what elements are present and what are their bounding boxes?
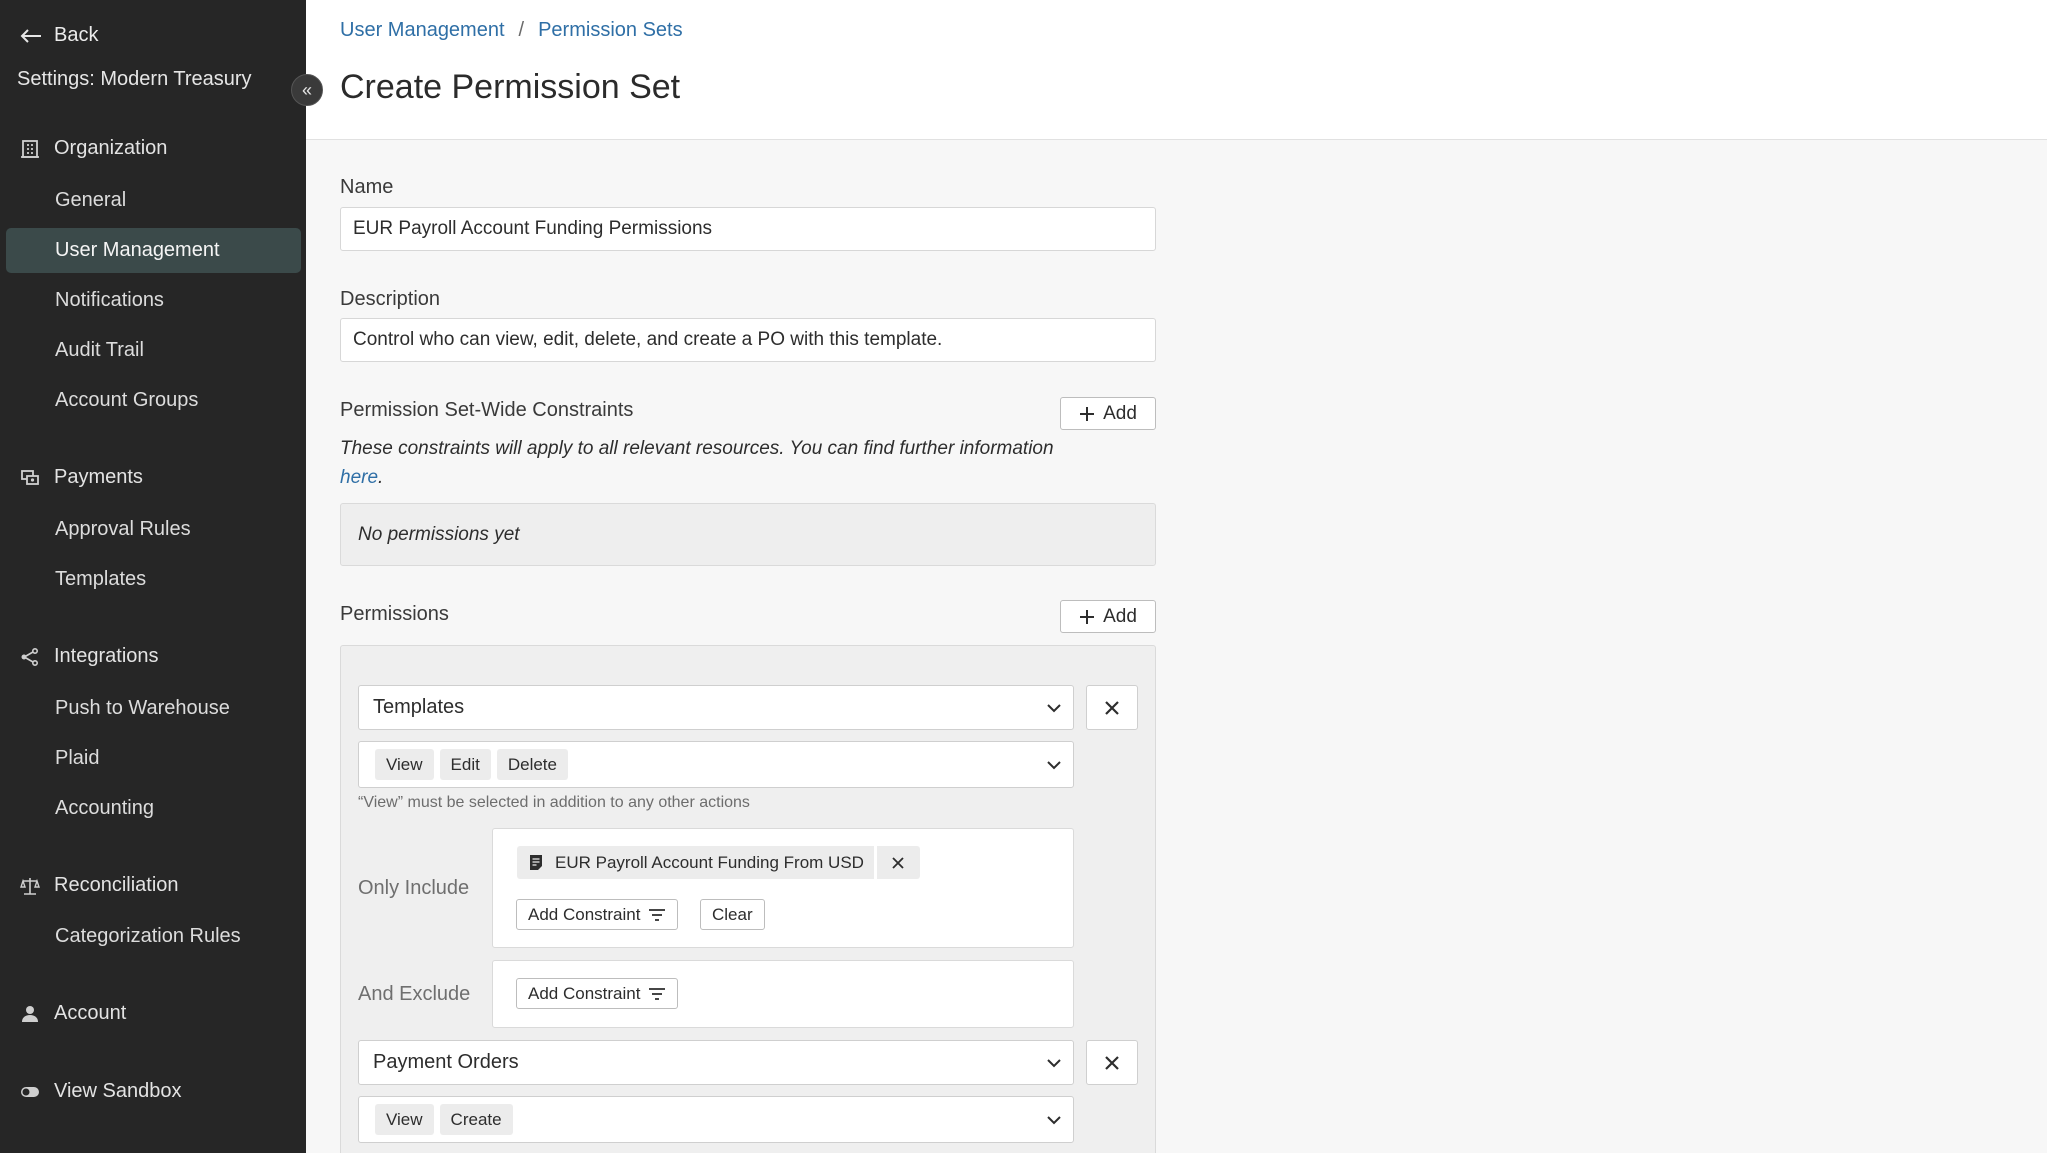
nav-section-label: Payments xyxy=(54,466,143,488)
sidebar-item-templates[interactable]: Templates xyxy=(6,557,301,602)
resource-select[interactable]: Payment Orders xyxy=(358,1040,1074,1085)
sidebar-item-user-management[interactable]: User Management xyxy=(6,228,301,273)
empty-text: No permissions yet xyxy=(358,523,520,545)
action-chip[interactable]: View xyxy=(375,749,434,780)
description-label: Description xyxy=(340,288,441,310)
remove-permission-button[interactable] xyxy=(1086,685,1138,730)
building-icon xyxy=(21,139,39,158)
nav-section-label: View Sandbox xyxy=(54,1080,182,1102)
included-template-tag-body: EUR Payroll Account Funding From USD xyxy=(517,846,874,879)
description-input[interactable] xyxy=(340,318,1156,362)
action-chip[interactable]: View xyxy=(375,1104,434,1135)
sidebar-item-general[interactable]: General xyxy=(6,178,301,223)
sidebar-item-audit-trail[interactable]: Audit Trail xyxy=(6,328,301,373)
close-icon xyxy=(1105,700,1119,715)
clear-label: Clear xyxy=(712,904,753,924)
plus-icon xyxy=(1080,406,1095,421)
name-label: Name xyxy=(340,176,394,198)
integrations-icon xyxy=(21,647,39,666)
nav-section-reconciliation[interactable]: Reconciliation xyxy=(20,874,179,897)
constraints-note-end: . xyxy=(378,467,384,488)
nav-section-organization[interactable]: Organization xyxy=(20,137,167,160)
add-include-constraint-button[interactable]: Add Constraint xyxy=(516,899,679,930)
add-constraint-label: Add Constraint xyxy=(528,983,641,1003)
breadcrumb: User Management / Permission Sets xyxy=(340,19,683,42)
remove-tag-button[interactable] xyxy=(876,846,920,879)
double-chevron-left-icon: « xyxy=(301,79,312,100)
name-input[interactable] xyxy=(340,207,1156,251)
resource-select-value: Payment Orders xyxy=(373,1051,519,1073)
actions-multiselect[interactable]: View Edit Delete xyxy=(358,741,1074,788)
filter-icon xyxy=(649,987,666,1000)
resource-select-value: Templates xyxy=(373,696,465,718)
back-label: Back xyxy=(54,24,99,46)
add-exclude-constraint-button[interactable]: Add Constraint xyxy=(516,978,679,1009)
nav-section-label: Reconciliation xyxy=(54,874,179,896)
sidebar-item-account-groups[interactable]: Account Groups xyxy=(6,378,301,423)
action-chip[interactable]: Delete xyxy=(496,749,568,780)
arrow-left-icon xyxy=(20,28,41,43)
chevron-down-icon xyxy=(1047,1116,1061,1125)
permissions-label: Permissions xyxy=(340,603,449,625)
back-button[interactable]: Back xyxy=(20,24,98,47)
collapse-sidebar-button[interactable]: « xyxy=(291,74,323,106)
action-chip[interactable]: Edit xyxy=(439,749,491,780)
plus-icon xyxy=(1080,609,1095,624)
toggle-icon xyxy=(21,1086,39,1097)
only-include-box: EUR Payroll Account Funding From USD Add… xyxy=(492,828,1074,948)
add-constraint-label: Add Constraint xyxy=(528,904,641,924)
sidebar: Back Settings: Modern Treasury Organizat… xyxy=(0,0,306,1153)
breadcrumb-user-management[interactable]: User Management xyxy=(340,19,505,42)
scale-icon xyxy=(20,877,40,895)
breadcrumb-separator: / xyxy=(518,19,525,41)
page-header: User Management / Permission Sets Create… xyxy=(306,0,2047,140)
action-chip[interactable]: Create xyxy=(439,1104,513,1135)
constraints-label: Permission Set-Wide Constraints xyxy=(340,399,634,421)
breadcrumb-permission-sets[interactable]: Permission Sets xyxy=(538,19,683,42)
close-icon xyxy=(892,856,905,869)
document-icon xyxy=(530,855,542,870)
close-icon xyxy=(1105,1055,1119,1070)
sidebar-item-accounting[interactable]: Accounting xyxy=(6,786,301,831)
add-constraint-set-button[interactable]: Add xyxy=(1060,397,1156,430)
constraints-note: These constraints will apply to all rele… xyxy=(340,434,1060,492)
sidebar-item-categorization-rules[interactable]: Categorization Rules xyxy=(6,914,301,959)
sidebar-item-push-to-warehouse[interactable]: Push to Warehouse xyxy=(6,686,301,731)
sidebar-item-approval-rules[interactable]: Approval Rules xyxy=(6,507,301,552)
remove-permission-button[interactable] xyxy=(1086,1040,1138,1085)
chevron-down-icon xyxy=(1047,761,1061,770)
page-title: Create Permission Set xyxy=(340,68,681,106)
only-include-label: Only Include xyxy=(358,877,470,899)
constraints-info-link[interactable]: here xyxy=(340,467,378,488)
payments-icon xyxy=(21,469,39,485)
user-icon xyxy=(22,1005,38,1022)
actions-hint: “View” must be selected in addition to a… xyxy=(358,794,750,811)
clear-constraints-button[interactable]: Clear xyxy=(700,899,765,930)
sidebar-item-plaid[interactable]: Plaid xyxy=(6,736,301,781)
chevron-down-icon xyxy=(1047,1059,1061,1068)
nav-section-account[interactable]: Account xyxy=(20,1002,126,1025)
and-exclude-label: And Exclude xyxy=(358,983,471,1005)
resource-select[interactable]: Templates xyxy=(358,685,1074,730)
add-permission-button[interactable]: Add xyxy=(1060,600,1156,633)
nav-section-label: Account xyxy=(54,1002,127,1024)
nav-section-label: Organization xyxy=(54,137,168,159)
empty-constraints-box: No permissions yet xyxy=(340,503,1156,566)
nav-section-integrations[interactable]: Integrations xyxy=(20,645,159,668)
org-title: Settings: Modern Treasury xyxy=(17,68,252,90)
chevron-down-icon xyxy=(1047,704,1061,713)
actions-multiselect[interactable]: View Create xyxy=(358,1096,1074,1143)
included-template-tag: EUR Payroll Account Funding From USD xyxy=(517,846,920,879)
filter-icon xyxy=(649,908,666,921)
add-label: Add xyxy=(1103,402,1137,424)
constraints-note-text: These constraints will apply to all rele… xyxy=(340,438,1054,459)
sidebar-item-notifications[interactable]: Notifications xyxy=(6,278,301,323)
nav-section-payments[interactable]: Payments xyxy=(20,466,143,489)
and-exclude-box: Add Constraint xyxy=(492,960,1074,1028)
add-label: Add xyxy=(1103,605,1137,627)
nav-section-label: Integrations xyxy=(54,645,159,667)
included-template-name: EUR Payroll Account Funding From USD xyxy=(555,852,864,872)
nav-section-view-sandbox[interactable]: View Sandbox xyxy=(20,1080,182,1103)
